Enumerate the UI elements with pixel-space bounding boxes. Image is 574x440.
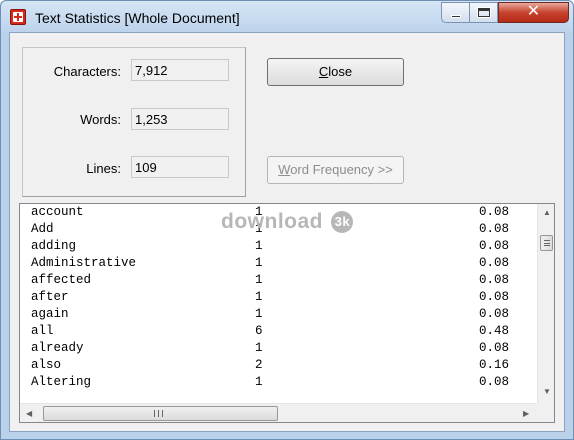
list-item-pct: 0.48 [479,324,510,338]
list-item-pct: 0.08 [479,205,510,219]
list-item-word: adding [31,239,77,253]
list-item[interactable]: adding 1 0.08 [20,238,537,255]
list-item-pct: 0.08 [479,307,510,321]
list-item-pct: 0.08 [479,290,510,304]
title-bar[interactable]: Text Statistics [Whole Document] ✕ [1,1,573,33]
watermark-badge: 3k [331,211,354,233]
characters-label: Characters: [53,64,121,79]
list-item[interactable]: affected 1 0.08 [20,272,537,289]
horizontal-scrollbar[interactable]: ◀ ▶ [20,403,537,422]
list-item-pct: 0.08 [479,341,510,355]
close-button-label: lose [328,64,353,79]
list-item-count: 1 [255,273,263,287]
window-title: Text Statistics [Whole Document] [35,10,240,26]
lines-value-field: 109 [131,156,229,178]
list-item-count: 2 [255,358,263,372]
list-item-word: Administrative [31,256,137,270]
word-frequency-mnemonic: W [278,162,291,177]
list-item-count: 1 [255,341,263,355]
list-item-word: account [31,205,84,219]
word-frequency-button[interactable]: Word Frequency >> [267,156,404,184]
list-item-pct: 0.08 [479,256,510,270]
list-item[interactable]: after 1 0.08 [20,289,537,306]
horizontal-scroll-thumb[interactable] [43,406,278,421]
list-item[interactable]: again 1 0.08 [20,306,537,323]
vertical-scroll-thumb[interactable] [540,235,553,251]
maximize-button[interactable] [470,2,498,23]
scroll-right-icon[interactable]: ▶ [523,410,529,418]
watermark: download 3k [221,210,354,234]
lines-label: Lines: [86,161,121,176]
list-item-word: also [31,358,62,372]
list-item-word: Add [31,222,54,236]
list-item-count: 1 [255,239,263,253]
dialog-window: Text Statistics [Whole Document] ✕ Chara… [0,0,574,440]
window-close-button[interactable]: ✕ [498,2,569,23]
list-item[interactable]: already 1 0.08 [20,340,537,357]
minimize-button[interactable] [441,2,470,23]
words-value: 1,253 [135,112,168,127]
scrollbar-corner [537,403,554,422]
list-item[interactable]: all 6 0.48 [20,323,537,340]
scroll-left-icon[interactable]: ◀ [26,410,32,418]
list-item[interactable]: Altering 1 0.08 [20,374,537,391]
list-item-count: 1 [255,375,263,389]
list-item-pct: 0.16 [479,358,510,372]
lines-value: 109 [135,160,157,175]
words-label: Words: [80,112,121,127]
list-item-count: 6 [255,324,263,338]
app-icon [10,9,26,25]
list-item-word: all [31,324,54,338]
list-item-word: again [31,307,69,321]
statistics-group: Characters: 7,912 Words: 1,253 Lines: 10… [22,47,246,197]
characters-value-field: 7,912 [131,59,229,81]
list-item-word: affected [31,273,92,287]
words-value-field: 1,253 [131,108,229,130]
watermark-text: download [221,210,323,233]
list-item-word: after [31,290,69,304]
scroll-up-icon[interactable]: ▲ [543,209,551,217]
list-item-word: Altering [31,375,92,389]
list-item-pct: 0.08 [479,239,510,253]
list-item-count: 1 [255,290,263,304]
maximize-icon [478,8,490,17]
close-icon: ✕ [526,3,541,20]
list-item-count: 1 [255,256,263,270]
vertical-scrollbar[interactable]: ▲ ▼ [537,204,554,403]
list-item-pct: 0.08 [479,375,510,389]
close-button-mnemonic: C [318,64,329,79]
list-item[interactable]: Administrative 1 0.08 [20,255,537,272]
word-frequency-label: ord Frequency >> [290,162,393,177]
list-item[interactable]: also 2 0.16 [20,357,537,374]
scroll-down-icon[interactable]: ▼ [543,388,551,396]
list-item-count: 1 [255,307,263,321]
dialog-client-area: Characters: 7,912 Words: 1,253 Lines: 10… [9,32,565,432]
close-button[interactable]: Close [267,58,404,86]
characters-value: 7,912 [135,63,168,78]
list-item-pct: 0.08 [479,273,510,287]
list-item-word: already [31,341,84,355]
minimize-icon [451,15,461,18]
word-frequency-list[interactable]: account 1 0.08 Add 1 0.08 adding 1 0.08 Administr… [19,203,555,423]
list-item-pct: 0.08 [479,222,510,236]
